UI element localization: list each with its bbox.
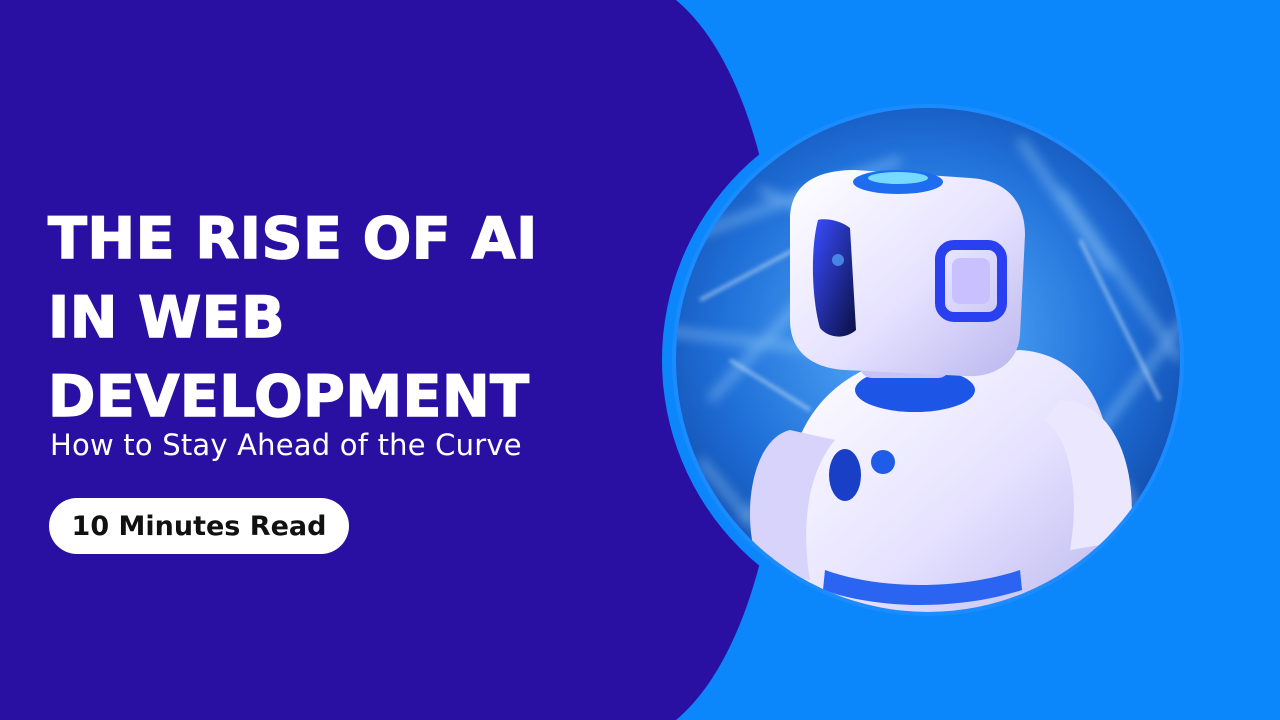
- read-time-badge: 10 Minutes Read: [49, 498, 349, 554]
- title-line-3: DEVELOPMENT: [47, 363, 530, 431]
- page-title: THE RISE OF AI IN WEB DEVELOPMENT: [47, 200, 538, 437]
- title-line-2: IN WEB: [47, 284, 286, 352]
- subtitle: How to Stay Ahead of the Curve: [50, 428, 522, 462]
- robot-photo: [662, 100, 1194, 620]
- title-line-1: THE RISE OF AI: [47, 205, 538, 273]
